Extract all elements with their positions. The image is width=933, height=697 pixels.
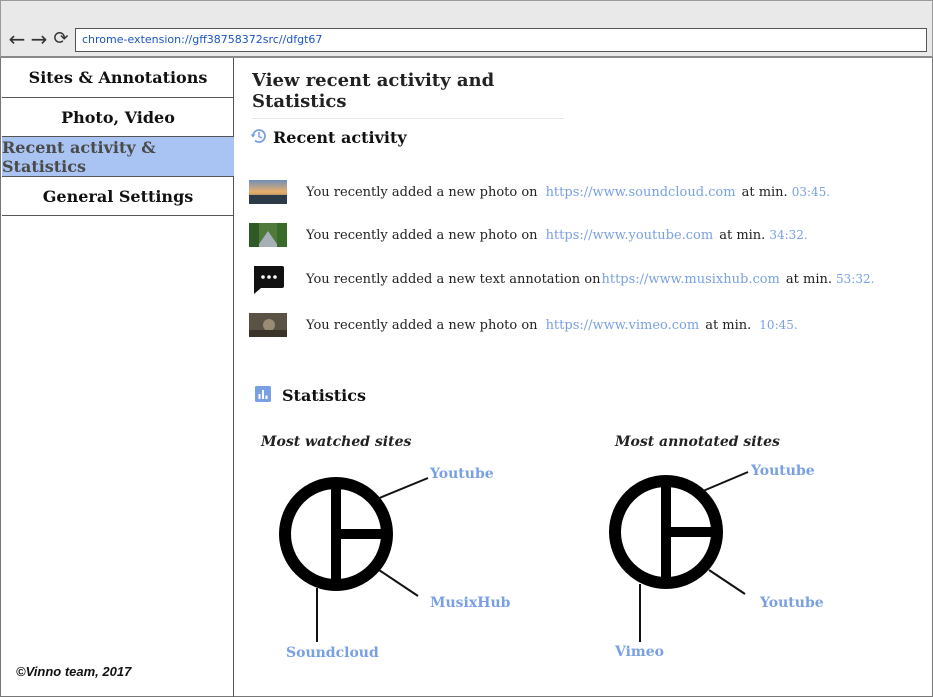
text-annotation-icon bbox=[254, 266, 284, 294]
activity-item: You recently added a new photo on https:… bbox=[249, 177, 830, 207]
activity-suffix: at min. bbox=[705, 317, 752, 333]
activity-suffix: at min. bbox=[785, 271, 832, 287]
pie-label: Vimeo bbox=[615, 644, 664, 660]
page-title: View recent activity and Statistics bbox=[252, 70, 564, 119]
activity-link[interactable]: https://www.vimeo.com bbox=[546, 318, 700, 333]
activity-time: 53:32. bbox=[836, 272, 875, 286]
sidebar-item-recent-statistics[interactable]: Recent activity & Statistics bbox=[2, 137, 234, 177]
forward-arrow-icon[interactable]: → bbox=[29, 28, 49, 50]
pie-label: MusixHub bbox=[430, 595, 511, 611]
activity-link[interactable]: https://www.soundcloud.com bbox=[546, 185, 736, 200]
sidebar-item-general-settings[interactable]: General Settings bbox=[2, 177, 234, 216]
activity-suffix: at min. bbox=[741, 184, 788, 200]
activity-suffix: at min. bbox=[719, 227, 766, 243]
activity-text: You recently added a new photo on bbox=[306, 184, 538, 200]
activity-text: You recently added a new photo on bbox=[306, 317, 538, 333]
activity-item: You recently added a new photo on https:… bbox=[249, 310, 798, 340]
sidebar-item-sites-annotations[interactable]: Sites & Annotations bbox=[2, 58, 234, 98]
back-arrow-icon[interactable]: ← bbox=[7, 28, 27, 50]
chart-title-most-annotated: Most annotated sites bbox=[615, 434, 780, 450]
pie-chart-most-watched bbox=[279, 477, 429, 642]
sidebar: Sites & Annotations Photo, Video Recent … bbox=[0, 58, 234, 697]
pie-label: Youtube bbox=[751, 463, 815, 479]
reload-icon[interactable]: ⟳ bbox=[51, 28, 71, 50]
browser-toolbar: ← → ⟳ chrome-extension://gff38758372src/… bbox=[0, 0, 933, 58]
pie-label: Soundcloud bbox=[286, 645, 379, 661]
activity-link[interactable]: https://www.youtube.com bbox=[546, 228, 714, 243]
activity-text: You recently added a new photo on bbox=[306, 227, 538, 243]
sidebar-item-photo-video[interactable]: Photo, Video bbox=[2, 98, 234, 137]
pie-label: Youtube bbox=[430, 466, 494, 482]
activity-time: 03:45. bbox=[791, 185, 831, 199]
statistics-heading: Statistics bbox=[282, 386, 367, 405]
pie-label: Youtube bbox=[760, 595, 824, 611]
photo-thumbnail-icon bbox=[249, 223, 287, 247]
activity-item: You recently added a new photo on https:… bbox=[249, 220, 808, 250]
address-bar[interactable]: chrome-extension://gff38758372src//dfgt6… bbox=[75, 28, 927, 52]
history-icon bbox=[250, 129, 266, 143]
activity-time: 34:32. bbox=[769, 228, 808, 242]
bar-chart-icon bbox=[255, 386, 271, 402]
recent-activity-heading: Recent activity bbox=[273, 128, 407, 147]
photo-thumbnail-icon bbox=[249, 313, 287, 337]
activity-item: You recently added a new text annotation… bbox=[249, 264, 874, 294]
photo-thumbnail-icon bbox=[249, 180, 287, 204]
activity-time: 10:45. bbox=[759, 318, 798, 332]
activity-text: You recently added a new text annotation… bbox=[306, 271, 601, 287]
pie-chart-most-annotated bbox=[609, 471, 749, 642]
chart-title-most-watched: Most watched sites bbox=[261, 434, 412, 450]
copyright-footer: ©Vinno team, 2017 bbox=[16, 664, 132, 679]
activity-link[interactable]: https://www.musixhub.com bbox=[601, 272, 779, 287]
